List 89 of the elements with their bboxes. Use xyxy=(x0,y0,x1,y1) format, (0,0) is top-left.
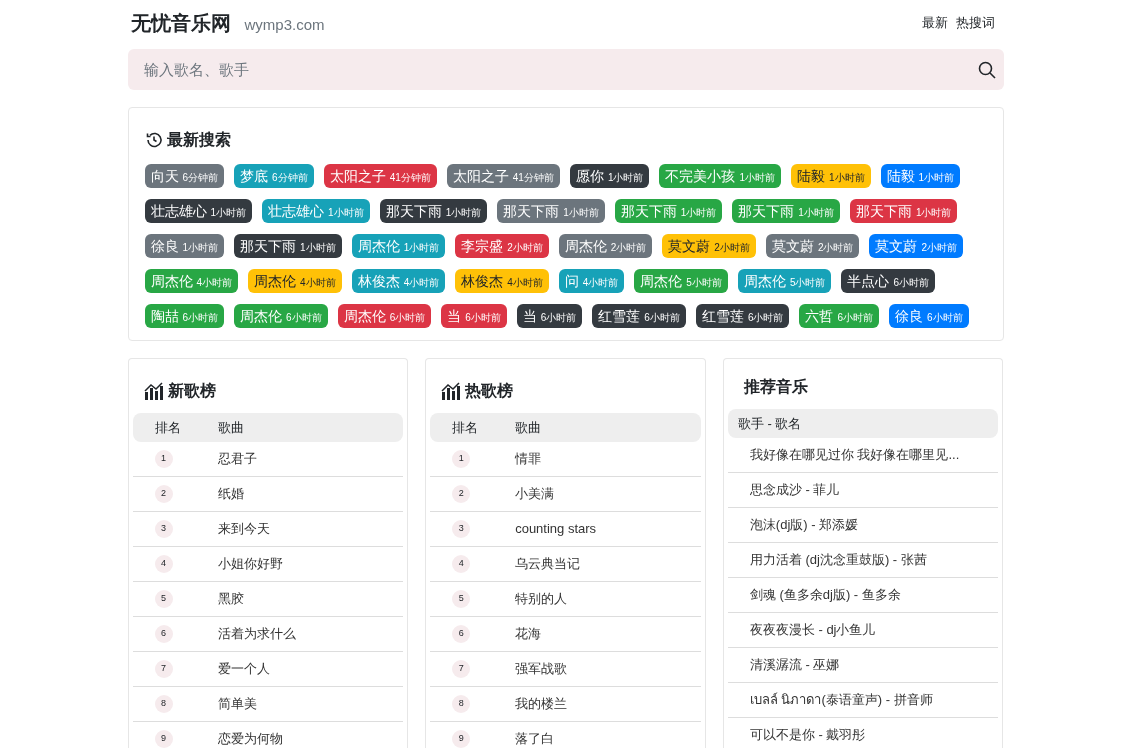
song-link[interactable]: 爱一个人 xyxy=(217,659,404,679)
rank-badge: 4 xyxy=(452,555,471,573)
song-link[interactable]: 剑魂 (鱼多余dj版) - 鱼多余 xyxy=(749,585,901,605)
search-tag[interactable]: 陆毅 1小时前 xyxy=(880,164,961,188)
rank-badge: 1 xyxy=(452,450,471,468)
rank-badge: 2 xyxy=(154,485,173,503)
site-domain: wymp3.com xyxy=(244,14,325,35)
song-link[interactable]: 可以不是你 - 戴羽彤 xyxy=(749,725,866,745)
rank-badge: 7 xyxy=(452,660,471,678)
rank-badge: 1 xyxy=(154,450,173,468)
song-link[interactable]: 花海 xyxy=(515,624,701,644)
song-link[interactable]: 来到今天 xyxy=(217,519,404,539)
song-link[interactable]: 恋爱为何物 xyxy=(217,729,404,748)
search-tag[interactable]: 莫文蔚 2小时前 xyxy=(869,234,963,258)
song-link[interactable]: 我好像在哪见过你 我好像在哪里见... xyxy=(749,445,960,465)
search-tag[interactable]: 周杰伦 4小时前 xyxy=(248,269,342,293)
song-link[interactable]: 忍君子 xyxy=(217,449,404,469)
column-header: 歌曲 xyxy=(217,418,245,437)
search-tag[interactable]: 李宗盛 2小时前 xyxy=(455,234,549,258)
section-title: 新歌榜 xyxy=(167,381,216,401)
search-tag[interactable]: 红雪莲 6小时前 xyxy=(695,304,790,328)
song-link[interactable]: 落了白 xyxy=(515,729,701,748)
nav-link[interactable]: 最新 xyxy=(921,12,948,33)
search-tag[interactable]: 周杰伦 6小时前 xyxy=(337,304,432,328)
column-header: 歌曲 xyxy=(515,418,543,437)
song-link[interactable]: 夜夜夜漫长 - dj小鱼儿 xyxy=(749,620,876,640)
search-icon[interactable] xyxy=(977,61,996,79)
song-link[interactable]: 纸婚 xyxy=(217,484,404,504)
search-tag[interactable]: 那天下雨 1小时前 xyxy=(234,234,342,258)
rank-badge: 3 xyxy=(452,520,471,538)
search-tag[interactable]: 那天下雨 1小时前 xyxy=(379,199,488,223)
search-tag[interactable]: 当 6小时前 xyxy=(516,304,583,328)
section-title: 推荐音乐 xyxy=(742,377,809,397)
song-link[interactable]: 小美满 xyxy=(515,484,701,504)
search-field[interactable]: 输入歌名、歌手 xyxy=(127,49,1004,90)
nav-link[interactable]: 热搜词 xyxy=(955,12,995,33)
table-header: 歌手 - 歌名 xyxy=(727,409,999,438)
rank-badge: 6 xyxy=(154,625,173,643)
search-tag[interactable]: 当 6小时前 xyxy=(441,304,507,328)
rank-badge: 9 xyxy=(154,730,173,748)
song-link[interactable]: counting stars xyxy=(515,519,701,539)
rank-badge: 7 xyxy=(154,660,173,678)
rank-badge: 5 xyxy=(154,590,173,608)
rank-badge: 4 xyxy=(154,555,173,573)
song-link[interactable]: 小姐你好野 xyxy=(217,554,404,574)
search-tag[interactable]: 林俊杰 4小时前 xyxy=(455,269,549,293)
song-link[interactable]: 黑胶 xyxy=(217,589,404,609)
bar-chart-icon xyxy=(143,382,164,400)
song-link[interactable]: 简单美 xyxy=(217,694,404,714)
search-tag[interactable]: 壮志雄心 1小时前 xyxy=(144,199,253,223)
rank-badge: 3 xyxy=(154,520,173,538)
song-link[interactable]: เบลล์ นิภาดา(泰语童声) - 拼音师 xyxy=(749,690,933,710)
search-tag[interactable]: 太阳之子 41分钟前 xyxy=(323,164,437,188)
rank-badge: 8 xyxy=(154,695,173,713)
search-tag[interactable]: 徐良 1小时前 xyxy=(144,234,225,258)
song-link[interactable]: 思念成沙 - 菲儿 xyxy=(749,480,840,500)
column-header: 排名 xyxy=(153,418,182,437)
search-tag[interactable]: 莫文蔚 2小时前 xyxy=(662,234,756,258)
search-tag[interactable]: 向天 6分钟前 xyxy=(144,164,225,188)
search-tag[interactable]: 愿你 1小时前 xyxy=(569,164,650,188)
song-link[interactable]: 情罪 xyxy=(515,449,701,469)
rank-badge: 2 xyxy=(452,485,471,503)
song-link[interactable]: 泡沫(dj版) - 郑添媛 xyxy=(749,515,859,535)
search-tag[interactable]: 徐良 6小时前 xyxy=(889,304,969,328)
song-link[interactable]: 活着为求什么 xyxy=(217,624,404,644)
song-link[interactable]: 特别的人 xyxy=(515,589,701,609)
search-tag[interactable]: 那天下雨 1小时前 xyxy=(497,199,605,223)
search-tag[interactable]: 红雪莲 6小时前 xyxy=(592,304,686,328)
section-title: 热歌榜 xyxy=(465,381,514,401)
song-link[interactable]: 用力活着 (dj沈念重鼓版) - 张茜 xyxy=(749,550,927,570)
section-title: 最新搜索 xyxy=(166,130,231,150)
rank-badge: 9 xyxy=(452,730,471,748)
search-tag[interactable]: 太阳之子 41分钟前 xyxy=(446,164,560,188)
rank-badge: 6 xyxy=(452,625,471,643)
history-icon xyxy=(144,131,163,149)
search-tag[interactable]: 周杰伦 2小时前 xyxy=(558,234,653,258)
song-link[interactable]: 强军战歌 xyxy=(515,659,701,679)
rank-badge: 8 xyxy=(452,695,471,713)
song-link[interactable]: 清溪潺流 - 巫娜 xyxy=(749,655,840,675)
column-header: 排名 xyxy=(451,418,480,437)
search-tag[interactable]: 那天下雨 1小时前 xyxy=(849,199,958,223)
song-link[interactable]: 我的楼兰 xyxy=(515,694,701,714)
site-logo[interactable]: 无忧音乐网 xyxy=(130,7,231,38)
search-tag[interactable]: 半点心 6小时前 xyxy=(841,269,935,293)
search-tag[interactable]: 陆毅 1小时前 xyxy=(791,164,871,188)
rank-badge: 5 xyxy=(452,590,471,608)
search-tag[interactable]: 莫文蔚 2小时前 xyxy=(765,234,860,258)
song-link[interactable]: 乌云典当记 xyxy=(515,554,701,574)
bar-chart-icon xyxy=(441,382,462,400)
